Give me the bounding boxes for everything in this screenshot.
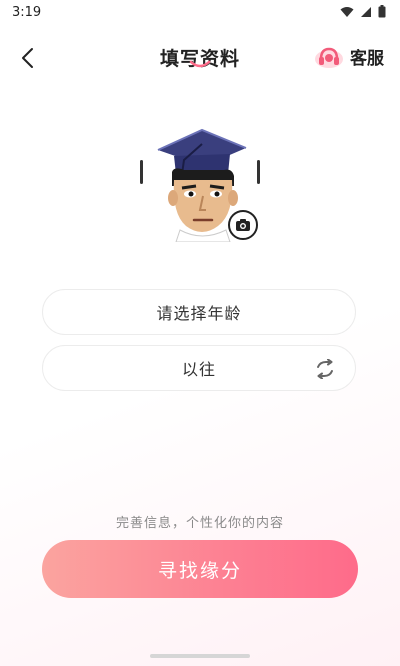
- nickname-field[interactable]: 以往: [42, 345, 356, 391]
- customer-service-label: 客服: [350, 49, 384, 69]
- customer-service-button[interactable]: 客服: [314, 44, 384, 69]
- battery-icon: [378, 5, 386, 18]
- nickname-value: 以往: [181, 360, 216, 379]
- find-match-label: 寻找缘分: [157, 559, 242, 582]
- age-select-label: 请选择年龄: [156, 304, 242, 323]
- headset-icon: [315, 47, 343, 68]
- avatar-section: [140, 126, 262, 248]
- avatar-bracket-right: [257, 160, 260, 184]
- camera-icon: [236, 219, 250, 231]
- nav-bar: 填写资料 客服: [0, 34, 400, 78]
- change-avatar-button[interactable]: [228, 210, 258, 240]
- status-time: 3:19: [12, 5, 42, 20]
- screen: 3:19 填写资料 客服 请选择年龄 以往 完善信息，个性化你的内容 寻找缘分: [0, 0, 400, 666]
- hint-text: 完善信息，个性化你的内容: [115, 516, 284, 531]
- wifi-icon: [340, 6, 354, 18]
- signal-icon: [360, 6, 372, 18]
- title-smile-icon: [189, 60, 211, 68]
- refresh-icon[interactable]: [315, 359, 335, 379]
- home-indicator: [150, 654, 250, 658]
- avatar-bracket-left: [140, 160, 143, 184]
- status-icons: [340, 5, 386, 18]
- age-select-field[interactable]: 请选择年龄: [42, 289, 356, 335]
- find-match-button[interactable]: 寻找缘分: [42, 540, 358, 598]
- status-bar: 3:19: [0, 0, 400, 26]
